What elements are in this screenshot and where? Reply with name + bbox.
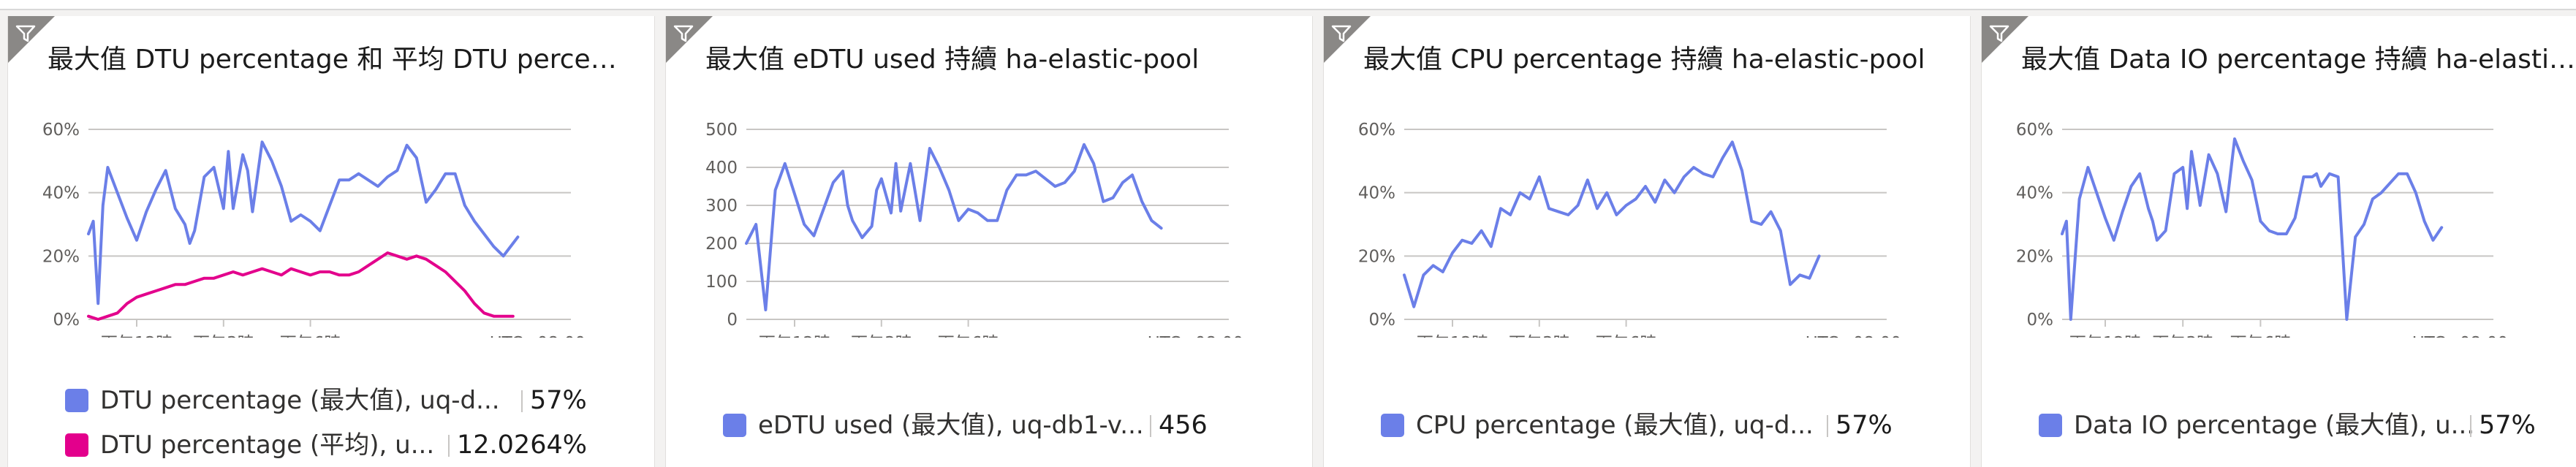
timezone-label: UTC+08:00 bbox=[2412, 334, 2508, 338]
x-tick-label: 下午12時 bbox=[1417, 334, 1488, 338]
y-tick-label: 0% bbox=[1369, 311, 1396, 330]
x-tick-label: 下午6時 bbox=[2230, 334, 2292, 338]
dashboard-tile-cpu[interactable]: 最大值 CPU percentage 持續 ha-elastic-pool 60… bbox=[1323, 16, 1971, 467]
legend-swatch bbox=[2039, 414, 2062, 437]
legend-divider bbox=[2470, 415, 2471, 437]
y-tick-label: 100 bbox=[705, 273, 738, 292]
top-strip bbox=[0, 0, 2576, 10]
legend-label: Data IO percentage (最大值), u... bbox=[2074, 411, 2475, 440]
x-tick-label: 下午12時 bbox=[2069, 334, 2141, 338]
timezone-label: UTC+08:00 bbox=[1148, 334, 1243, 338]
y-tick-label: 0% bbox=[2027, 311, 2054, 330]
y-tick-label: 500 bbox=[705, 121, 738, 140]
x-tick-label: 下午6時 bbox=[1596, 334, 1657, 338]
x-tick-label: 下午3時 bbox=[193, 334, 254, 338]
series-line bbox=[2061, 137, 2444, 321]
legend-value: 57% bbox=[2479, 411, 2536, 440]
series-line bbox=[87, 251, 515, 321]
y-tick-label: 40% bbox=[42, 184, 80, 203]
legend-item-series-max[interactable]: DTU percentage (最大值), uq-d... 57% bbox=[65, 381, 643, 419]
y-tick-label: 40% bbox=[2016, 184, 2053, 203]
legend-value: 57% bbox=[1836, 411, 1893, 440]
y-tick-label: 60% bbox=[2016, 121, 2053, 140]
series-line bbox=[1403, 140, 1821, 308]
dashboard-tile-edtu[interactable]: 最大值 eDTU used 持續 ha-elastic-pool 500 400 3… bbox=[665, 16, 1313, 467]
tile-title: 最大值 eDTU used 持續 ha-elastic-pool bbox=[705, 45, 1200, 75]
legend-label: DTU percentage (最大值), uq-d... bbox=[100, 386, 500, 415]
x-tick-label: 下午3時 bbox=[851, 334, 912, 338]
y-tick-label: 20% bbox=[42, 247, 80, 266]
legend-item-series-max[interactable]: CPU percentage (最大值), uq-d... 57% bbox=[1381, 406, 1958, 444]
dashboard-tile-data-io[interactable]: 最大值 Data IO percentage 持續 ha-elastic-...… bbox=[1981, 16, 2576, 467]
y-tick-label: 20% bbox=[2016, 247, 2053, 266]
y-tick-label: 0% bbox=[53, 311, 80, 330]
y-tick-label: 60% bbox=[1358, 121, 1395, 140]
line-chart: 60% 40% 20% 0% 下午12時 下午3時 下午6時 UTC+08:00 bbox=[2016, 121, 2508, 338]
series-line bbox=[745, 143, 1163, 311]
line-chart: 60% 40% 20% 0% 下午12時 下午3時 下午6時 UTC+08:00 bbox=[42, 121, 586, 338]
legend-swatch bbox=[65, 433, 88, 457]
x-tick-label: 下午6時 bbox=[938, 334, 999, 338]
legend-swatch bbox=[723, 414, 746, 437]
y-tick-label: 200 bbox=[705, 235, 738, 254]
legend-swatch bbox=[65, 389, 88, 412]
tile-title: 最大值 CPU percentage 持續 ha-elastic-pool bbox=[1363, 45, 1925, 75]
timezone-label: UTC+08:00 bbox=[490, 334, 586, 338]
legend-label: CPU percentage (最大值), uq-d... bbox=[1416, 411, 1814, 440]
legend-value: 57% bbox=[530, 386, 587, 415]
dashboard-tile-dtu[interactable]: 最大值 DTU percentage 和 平均 DTU percen... 60… bbox=[7, 16, 655, 467]
legend-divider bbox=[448, 435, 450, 457]
legend-divider bbox=[521, 390, 523, 412]
y-tick-label: 0 bbox=[727, 311, 738, 330]
tile-title: 最大值 DTU percentage 和 平均 DTU percen... bbox=[48, 45, 625, 75]
legend-divider bbox=[1827, 415, 1828, 437]
x-tick-label: 下午6時 bbox=[280, 334, 341, 338]
x-tick-label: 下午12時 bbox=[101, 334, 173, 338]
legend-swatch bbox=[1381, 414, 1404, 437]
legend-item-series-avg[interactable]: DTU percentage (平均), u... 12.0264% bbox=[65, 426, 643, 464]
y-tick-label: 400 bbox=[705, 159, 738, 178]
x-tick-label: 下午3時 bbox=[2152, 334, 2213, 338]
legend-value: 12.0264% bbox=[457, 430, 587, 460]
line-chart: 500 400 300 200 100 0 下午12時 下午3時 下午6時 UTC+08:00 bbox=[705, 121, 1243, 338]
line-chart: 60% 40% 20% 0% 下午12時 下午3時 下午6時 UTC+08:00 bbox=[1358, 121, 1901, 338]
timezone-label: UTC+08:00 bbox=[1806, 334, 1901, 338]
x-tick-label: 下午12時 bbox=[759, 334, 830, 338]
legend-item-series-max[interactable]: Data IO percentage (最大值), u... 57% bbox=[2039, 406, 2576, 444]
legend-label: DTU percentage (平均), u... bbox=[100, 430, 435, 460]
y-tick-label: 60% bbox=[42, 121, 80, 140]
legend-value: 456 bbox=[1159, 411, 1208, 440]
y-tick-label: 300 bbox=[705, 197, 738, 216]
x-tick-label: 下午3時 bbox=[1509, 334, 1570, 338]
legend-divider bbox=[1150, 415, 1151, 437]
y-tick-label: 20% bbox=[1358, 247, 1395, 266]
legend-item-series-max[interactable]: eDTU used (最大值), uq-db1-v... 456 bbox=[723, 406, 1300, 444]
tile-title: 最大值 Data IO percentage 持續 ha-elastic-... bbox=[2021, 45, 2576, 75]
y-tick-label: 40% bbox=[1358, 184, 1395, 203]
legend-label: eDTU used (最大值), uq-db1-v... bbox=[758, 411, 1144, 440]
